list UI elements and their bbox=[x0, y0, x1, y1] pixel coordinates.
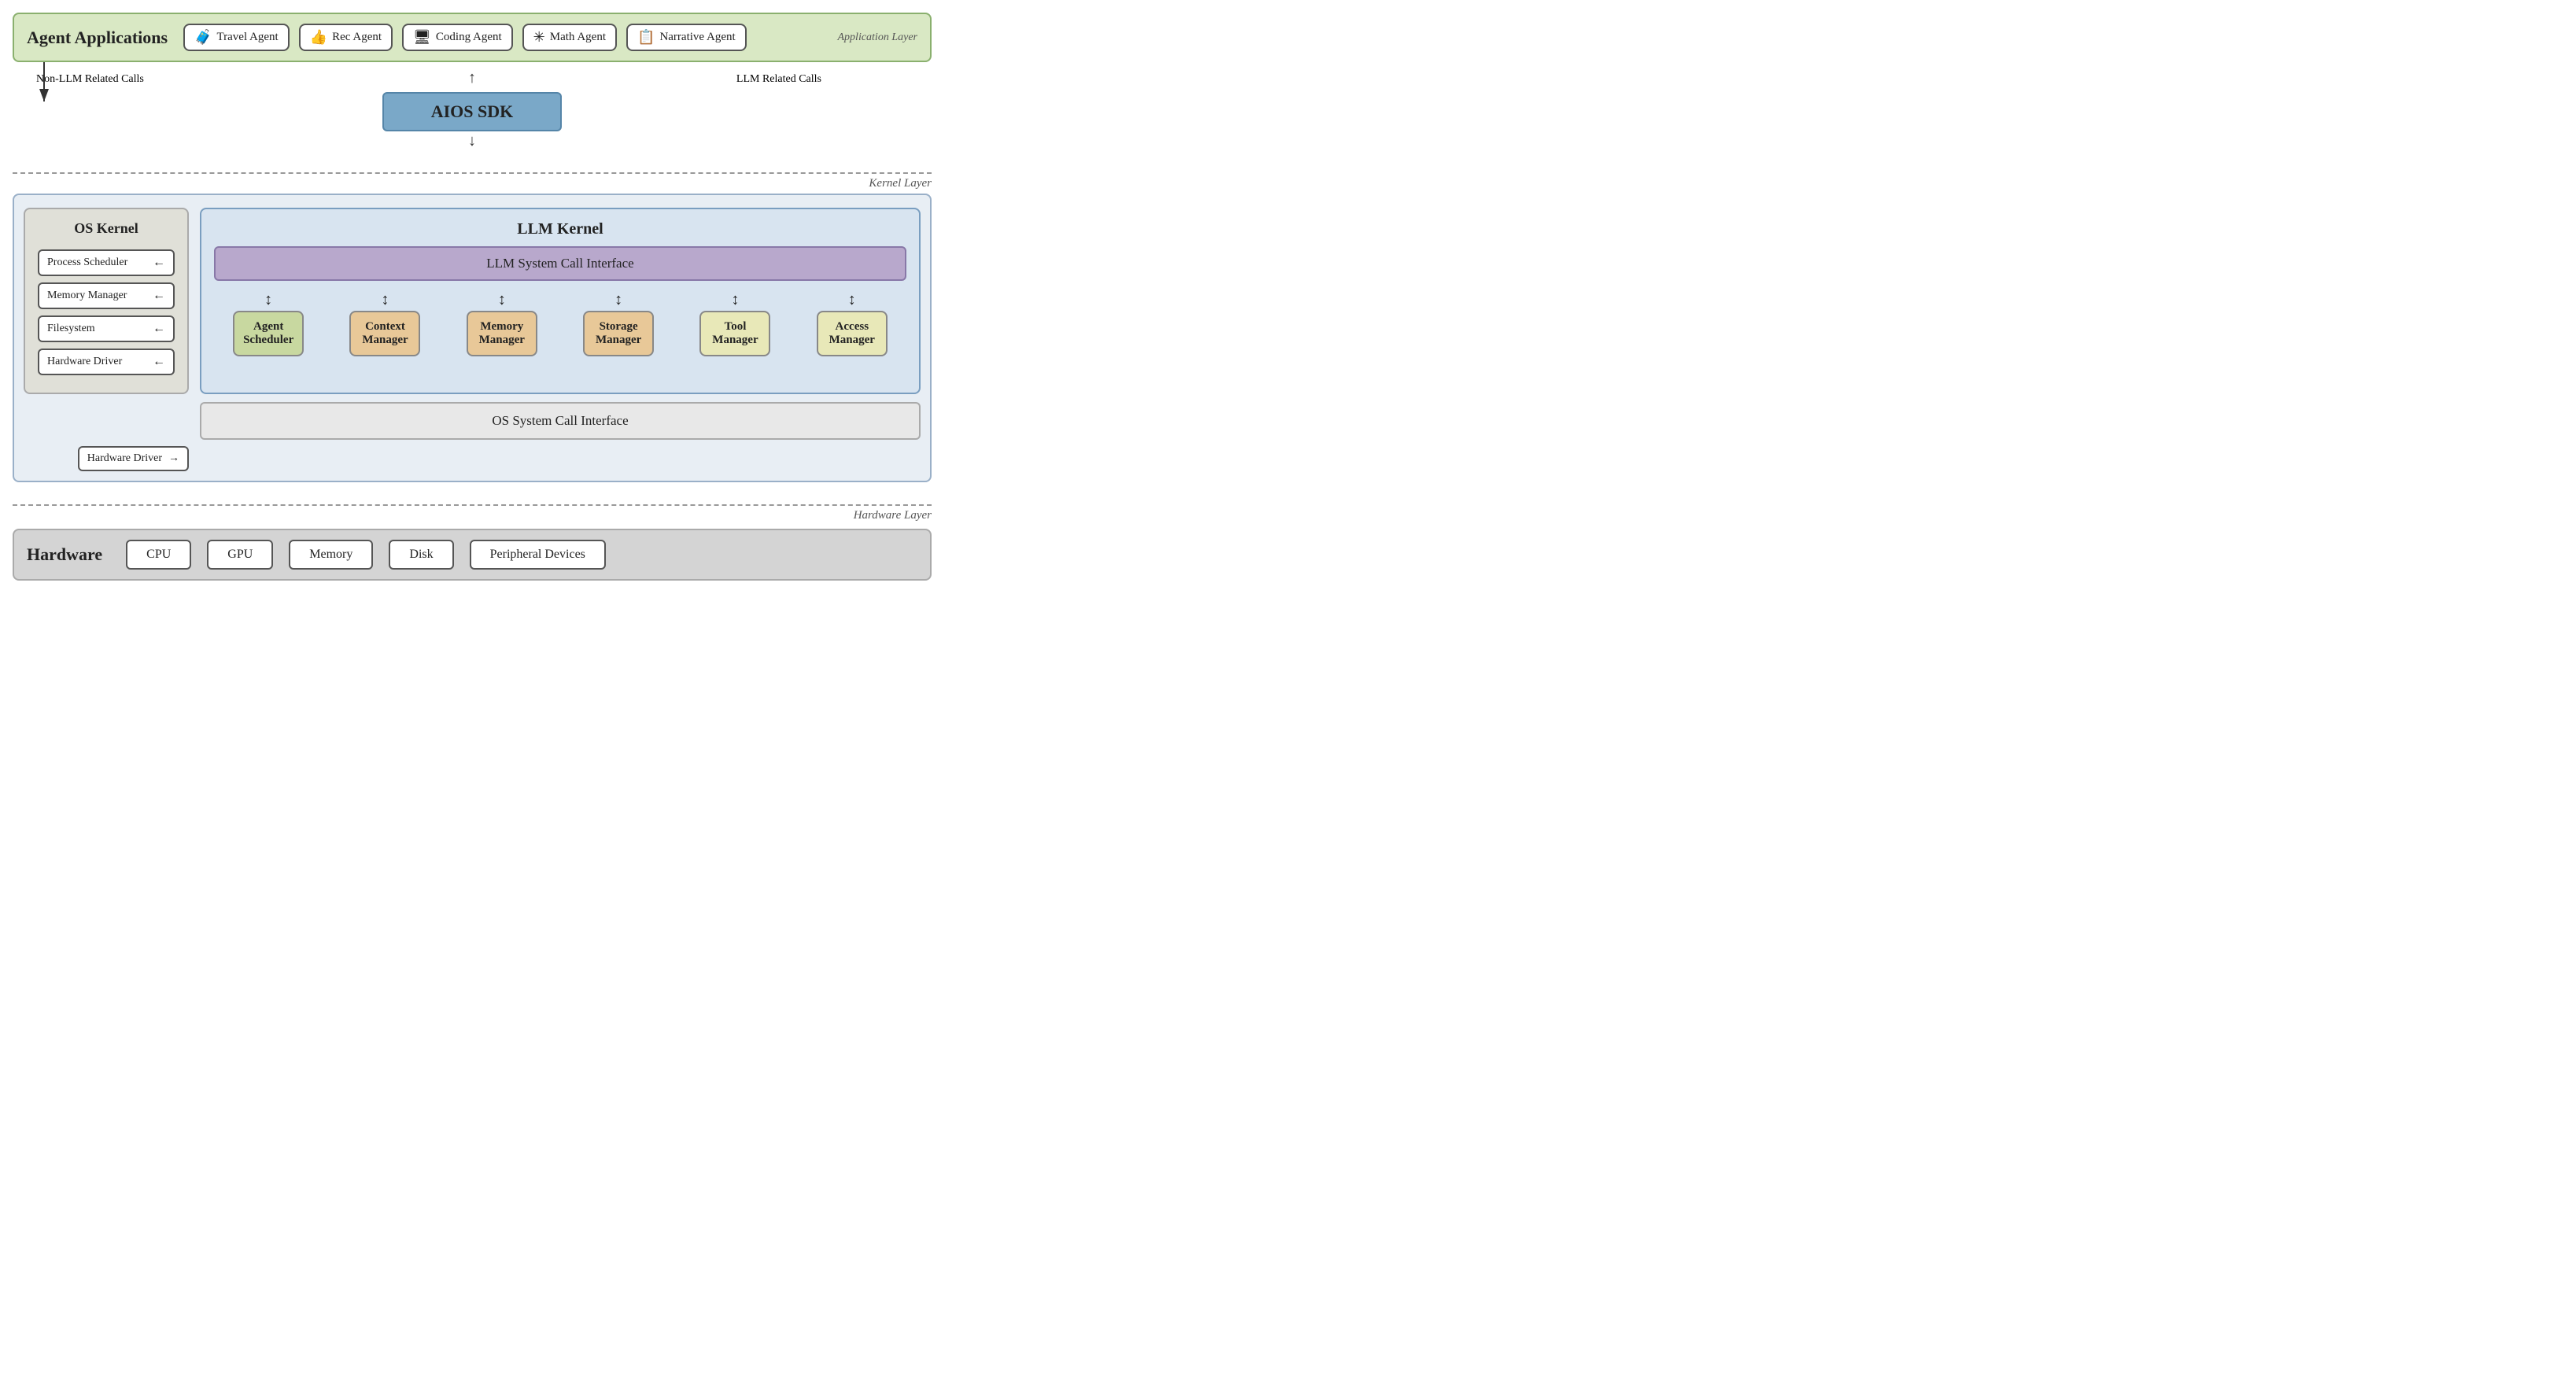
non-llm-arrow bbox=[20, 62, 304, 117]
manager-box-context: Context Manager bbox=[349, 311, 420, 356]
narrative-icon: 📋 bbox=[637, 29, 655, 46]
os-item-arrow: ← bbox=[153, 355, 165, 369]
manager-arrow-agent-sched: ↕ bbox=[264, 292, 272, 308]
os-item-label: Process Scheduler bbox=[47, 256, 127, 269]
os-item-arrow: ← bbox=[153, 322, 165, 336]
os-kernel-title: OS Kernel bbox=[38, 220, 175, 237]
manager-arrow-access: ↕ bbox=[848, 292, 856, 308]
os-syscall-row: OS System Call Interface bbox=[24, 402, 921, 440]
os-item-hardware-driver: Hardware Driver ← bbox=[38, 349, 175, 375]
math-icon: ✳ bbox=[533, 29, 545, 46]
agent-btn-rec[interactable]: 👍 Rec Agent bbox=[299, 24, 393, 51]
agent-btn-coding[interactable]: 🖥 Coding Agent bbox=[402, 24, 513, 51]
rec-icon: 👍 bbox=[310, 29, 327, 46]
hw-item-peripheral-devices: Peripheral Devices bbox=[470, 540, 606, 570]
sdk-up-arrow: ↑ bbox=[468, 70, 476, 86]
os-kernel-box: OS Kernel Process Scheduler←Memory Manag… bbox=[24, 208, 189, 394]
manager-col-context: ↕ Context Manager bbox=[349, 292, 420, 356]
hardware-driver-box: Hardware Driver → bbox=[78, 446, 189, 471]
os-items-list: Process Scheduler←Memory Manager←Filesys… bbox=[38, 249, 175, 382]
agent-btn-narrative[interactable]: 📋 Narrative Agent bbox=[626, 24, 747, 51]
llm-syscall-bar: LLM System Call Interface bbox=[214, 246, 906, 281]
manager-col-access: ↕ Access Manager bbox=[817, 292, 888, 356]
hw-item-gpu: GPU bbox=[207, 540, 273, 570]
hardware-title: Hardware bbox=[27, 544, 102, 565]
hardware-driver-label: Hardware Driver bbox=[87, 452, 162, 465]
os-item-memory-manager: Memory Manager ← bbox=[38, 282, 175, 309]
rec-label: Rec Agent bbox=[332, 31, 382, 44]
diagram-wrapper: Agent Applications 🧳 Travel Agent 👍 Rec Age… bbox=[13, 13, 932, 581]
kernel-region: OS Kernel Process Scheduler←Memory Manag… bbox=[13, 194, 932, 482]
kernel-hardware-divider bbox=[13, 504, 932, 506]
os-syscall-bar: OS System Call Interface bbox=[200, 402, 921, 440]
diagram: Agent Applications 🧳 Travel Agent 👍 Rec Age… bbox=[13, 13, 932, 581]
hw-item-cpu: CPU bbox=[126, 540, 191, 570]
math-label: Math Agent bbox=[550, 31, 606, 44]
hw-driver-row: Hardware Driver → bbox=[24, 446, 921, 471]
app-layer-section: Agent Applications 🧳 Travel Agent 👍 Rec Age… bbox=[13, 13, 932, 62]
manager-arrow-memory: ↕ bbox=[498, 292, 506, 308]
hw-driver-note bbox=[200, 446, 921, 471]
travel-icon: 🧳 bbox=[194, 29, 212, 46]
llm-kernel-box: LLM Kernel LLM System Call Interface ↕ Ag… bbox=[200, 208, 921, 394]
llm-kernel-title: LLM Kernel bbox=[214, 220, 906, 238]
sdk-row: Non-LLM Related Calls ↑ AIOS SDK ↓ LLM R… bbox=[13, 62, 932, 155]
hw-item-disk: Disk bbox=[389, 540, 453, 570]
hw-driver-col: Hardware Driver → bbox=[24, 446, 189, 471]
manager-box-tool: Tool Manager bbox=[699, 311, 770, 356]
agent-btn-travel[interactable]: 🧳 Travel Agent bbox=[183, 24, 290, 51]
sdk-box: AIOS SDK bbox=[382, 92, 563, 131]
os-syscall-spacer bbox=[24, 402, 189, 440]
llm-managers: ↕ Agent Scheduler ↕ Context Manager ↕ Memory … bbox=[214, 289, 906, 360]
os-item-label: Hardware Driver bbox=[47, 356, 122, 368]
os-item-label: Filesystem bbox=[47, 323, 95, 335]
manager-box-storage: Storage Manager bbox=[583, 311, 654, 356]
llm-call-label: LLM Related Calls bbox=[736, 73, 821, 86]
hw-items-list: CPU GPU Memory Disk Peripheral Devices bbox=[126, 540, 606, 570]
app-kernel-divider bbox=[13, 172, 932, 174]
os-item-filesystem: Filesystem ← bbox=[38, 315, 175, 342]
agent-btn-math[interactable]: ✳ Math Agent bbox=[522, 24, 617, 51]
os-item-label: Memory Manager bbox=[47, 290, 127, 302]
coding-label: Coding Agent bbox=[436, 31, 502, 44]
app-layer-title: Agent Applications bbox=[27, 28, 168, 48]
manager-box-agent-sched: Agent Scheduler bbox=[233, 311, 304, 356]
hardware-section: Hardware CPU GPU Memory Disk Peripheral Devi… bbox=[13, 529, 932, 581]
manager-box-access: Access Manager bbox=[817, 311, 888, 356]
sdk-down-arrow: ↓ bbox=[468, 131, 476, 150]
os-item-arrow: ← bbox=[153, 289, 165, 303]
sdk-col: ↑ AIOS SDK ↓ bbox=[382, 70, 563, 150]
hardware-layer-label: Hardware Layer bbox=[13, 509, 932, 522]
os-item-process-scheduler: Process Scheduler ← bbox=[38, 249, 175, 276]
kernel-row: OS Kernel Process Scheduler←Memory Manag… bbox=[24, 208, 921, 394]
manager-arrow-storage: ↕ bbox=[614, 292, 622, 308]
hardware-row: Hardware CPU GPU Memory Disk Peripheral Devi… bbox=[27, 540, 917, 570]
kernel-layer-label: Kernel Layer bbox=[13, 177, 932, 190]
manager-box-memory: Memory Manager bbox=[467, 311, 537, 356]
app-layer-label: Application Layer bbox=[762, 31, 917, 44]
manager-arrow-tool: ↕ bbox=[731, 292, 739, 308]
manager-col-memory: ↕ Memory Manager bbox=[467, 292, 537, 356]
narrative-label: Narrative Agent bbox=[659, 31, 735, 44]
coding-icon: 🖥 bbox=[413, 29, 431, 46]
hw-item-memory: Memory bbox=[289, 540, 373, 570]
agent-buttons: 🧳 Travel Agent 👍 Rec Agent 🖥 Coding Agent ✳ Mat… bbox=[183, 24, 747, 51]
hw-driver-right-arrow: → bbox=[168, 452, 179, 465]
manager-col-agent-sched: ↕ Agent Scheduler bbox=[233, 292, 304, 356]
travel-label: Travel Agent bbox=[217, 31, 279, 44]
manager-arrow-context: ↕ bbox=[381, 292, 389, 308]
manager-col-tool: ↕ Tool Manager bbox=[699, 292, 770, 356]
manager-col-storage: ↕ Storage Manager bbox=[583, 292, 654, 356]
os-item-arrow: ← bbox=[153, 256, 165, 270]
